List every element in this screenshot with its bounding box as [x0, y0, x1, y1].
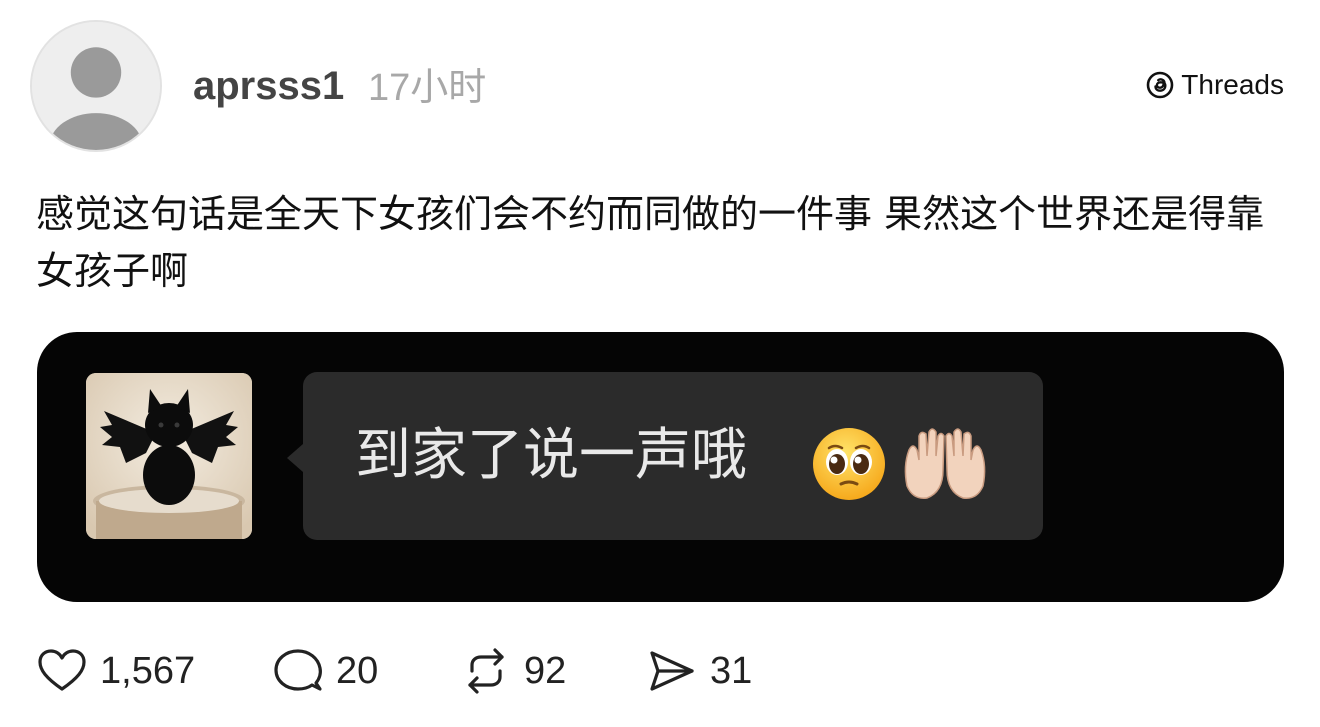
- chat-message: 到家了说一声哦: [355, 423, 747, 488]
- like-count: 1,567: [100, 650, 196, 692]
- post-body: 感觉这句话是全天下女孩们会不约而同做的一件事 果然这个世界还是得靠女孩子啊: [36, 192, 1265, 293]
- threads-brand[interactable]: Threads: [1145, 69, 1284, 101]
- action-bar: 1,567 20 92 31: [36, 641, 836, 701]
- brand-label: Threads: [1181, 69, 1284, 100]
- comment-count: 20: [336, 650, 379, 692]
- post-image[interactable]: 到家了说一声哦: [37, 332, 1284, 602]
- repost-icon: [460, 645, 512, 697]
- threads-logo-icon: [1145, 70, 1175, 100]
- bat-cat-avatar: [86, 373, 252, 539]
- repost-button[interactable]: 92: [460, 641, 566, 701]
- username[interactable]: aprsss1: [193, 64, 344, 108]
- raised-hands-icon: [899, 426, 991, 502]
- pleading-face-icon: [811, 426, 887, 502]
- send-icon: [646, 645, 698, 697]
- chat-bubble: 到家了说一声哦: [287, 372, 1043, 540]
- comment-button[interactable]: 20: [272, 641, 378, 701]
- like-button[interactable]: 1,567: [36, 641, 195, 701]
- repost-count: 92: [524, 650, 567, 692]
- heart-icon: [36, 645, 88, 697]
- share-button[interactable]: 31: [646, 641, 752, 701]
- avatar[interactable]: [30, 20, 162, 152]
- post-time: 17小时: [368, 67, 487, 109]
- default-user-icon: [32, 22, 160, 150]
- bat-cat-image-icon: [86, 373, 252, 539]
- bubble-tail: [287, 444, 303, 472]
- share-count: 31: [710, 650, 753, 692]
- comment-icon: [272, 645, 324, 697]
